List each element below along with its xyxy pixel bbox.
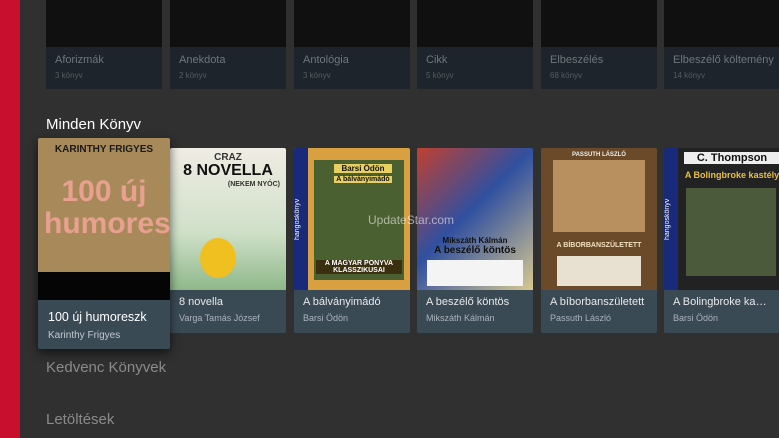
cover-text: Barsi Ödön: [334, 164, 392, 173]
section-title-favorites[interactable]: Kedvenc Könyvek: [46, 359, 166, 376]
book-author: Passuth László: [550, 313, 612, 323]
book-title: A bálványimádó: [303, 296, 381, 308]
category-title: Elbeszélés: [550, 54, 604, 66]
cover-text: Mikszáth Kálmán: [442, 236, 508, 245]
category-count: 14 könyv: [673, 71, 706, 80]
book-title: A Bolingbroke kasté…: [673, 296, 771, 308]
book-title: 8 novella: [179, 296, 224, 308]
category-title: Anekdota: [179, 54, 226, 66]
cover-text: A MAGYAR PONYVA KLASSZIKUSAI: [316, 260, 402, 274]
book-author: Karinthy Frigyes: [48, 330, 121, 341]
cover-text: A beszélő köntös: [434, 245, 516, 256]
cover-text: hangoskönyv: [664, 148, 678, 290]
category-card[interactable]: Aforizmák 3 könyv: [46, 0, 162, 89]
book-card-focused[interactable]: KARINTHY FRIGYES 100 új humoreszk 100 új…: [38, 138, 170, 349]
book-card[interactable]: hangoskönyv C. Thompson A Bolingbroke ka…: [664, 148, 779, 333]
book-author: Mikszáth Kálmán: [426, 313, 495, 323]
category-card[interactable]: Anekdota 2 könyv: [170, 0, 286, 89]
book-title: A beszélő köntös: [426, 296, 510, 308]
book-card[interactable]: Mikszáth Kálmán A beszélő köntös A beszé…: [417, 148, 533, 333]
book-title: A bíborbanszületett: [550, 296, 645, 308]
cover-text: A BÍBORBANSZÜLETETT: [556, 242, 642, 249]
section-title-downloads[interactable]: Letöltések: [46, 411, 114, 428]
category-card[interactable]: Elbeszélő költemény 14 könyv: [664, 0, 779, 89]
book-cover: hangoskönyv C. Thompson A Bolingbroke ka…: [664, 148, 779, 290]
category-title: Elbeszélő költemény: [673, 54, 774, 66]
section-title-all-books: Minden Könyv: [46, 116, 142, 133]
cover-text: A Bolingbroke kastély: [684, 170, 779, 180]
cover-text: PASSUTH LÁSZLÓ: [572, 152, 626, 158]
book-cover: PASSUTH LÁSZLÓ A BÍBORBANSZÜLETETT: [541, 148, 657, 290]
book-cover: CRAZ 8 NOVELLA (NEKEM NYÓC): [170, 148, 286, 290]
book-card[interactable]: hangoskönyv Barsi Ödön A bálványimádó A …: [294, 148, 410, 333]
category-card[interactable]: Elbeszélés 68 könyv: [541, 0, 657, 89]
cover-text: hangoskönyv: [294, 148, 308, 290]
category-count: 3 könyv: [55, 71, 83, 80]
cover-text: KARINTHY FRIGYES: [54, 144, 154, 155]
category-title: Antológia: [303, 54, 349, 66]
category-title: Cikk: [426, 54, 448, 66]
category-count: 2 könyv: [179, 71, 207, 80]
book-card[interactable]: PASSUTH LÁSZLÓ A BÍBORBANSZÜLETETT A bíb…: [541, 148, 657, 333]
book-author: Varga Tamás József: [179, 313, 260, 323]
book-title: 100 új humoreszk: [48, 310, 147, 324]
book-cover: KARINTHY FRIGYES 100 új humoreszk: [38, 138, 170, 300]
side-accent-bar: [0, 0, 20, 438]
book-card[interactable]: CRAZ 8 NOVELLA (NEKEM NYÓC) 8 novella Var…: [170, 148, 286, 333]
cover-text: 8 NOVELLA: [183, 162, 273, 179]
category-count: 3 könyv: [303, 71, 331, 80]
cover-text: 100 új humoreszk: [44, 175, 170, 240]
cover-text: A bálványimádó: [334, 176, 392, 183]
book-author: Barsi Ödön: [303, 313, 349, 323]
category-title: Aforizmák: [55, 54, 104, 66]
cover-text: C. Thompson: [684, 152, 779, 164]
book-author: Barsi Ödön: [673, 313, 719, 323]
category-count: 5 könyv: [426, 71, 454, 80]
cover-text: (NEKEM NYÓC): [227, 181, 280, 188]
watermark: UpdateStar.com: [368, 213, 455, 227]
category-count: 68 könyv: [550, 71, 583, 80]
category-card[interactable]: Cikk 5 könyv: [417, 0, 533, 89]
category-card[interactable]: Antológia 3 könyv: [294, 0, 410, 89]
